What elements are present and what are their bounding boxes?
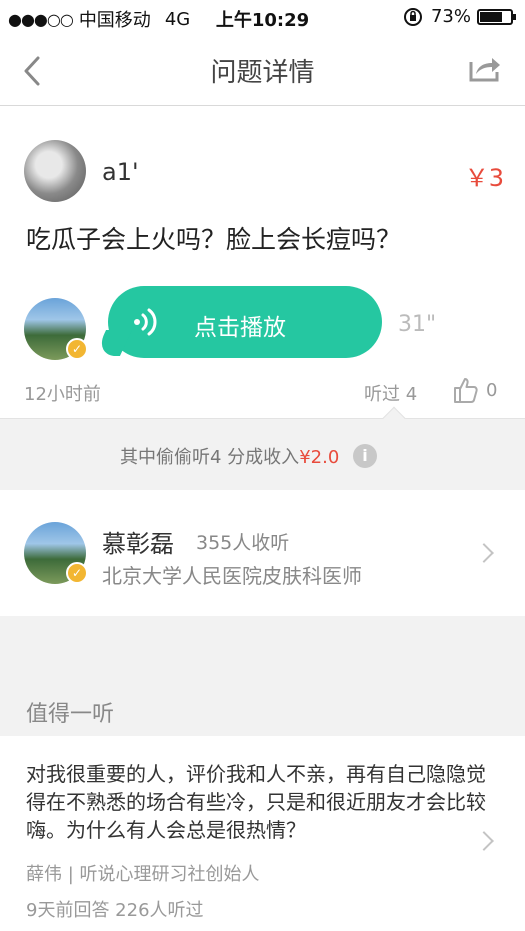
recommended-author: 薛伟 | 听说心理研习社创始人 [26, 864, 260, 885]
play-voice-button[interactable]: 点击播放 [93, 286, 382, 358]
recommended-heading: 值得一听 [26, 702, 115, 727]
bubble-tail [93, 330, 133, 356]
income-info: 其中偷偷听4 分成收入¥2.0 i [0, 406, 525, 490]
section-divider: 值得一听 [0, 616, 525, 736]
list-item[interactable]: 对我很重要的人，评价我和人不亲，再有自己隐隐觉得在不熟悉的场合有些冷，只是和很近… [0, 736, 525, 931]
income-text: 其中偷偷听4 分成收入¥2.0 i [120, 443, 377, 470]
pointer-arrow [382, 406, 406, 430]
nav-bar: 问题详情 [0, 36, 525, 106]
question-text: 吃瓜子会上火吗？脸上会长痘吗？ [26, 225, 402, 254]
chevron-right-icon [474, 543, 494, 563]
play-label: 点击播放 [194, 315, 286, 341]
asker-row: a1' ￥3 [24, 140, 504, 210]
rotation-lock-icon [403, 7, 422, 26]
status-bar: ●●●○○ 中国移动 4G 上午10:29 73% [0, 0, 525, 36]
verified-badge-icon: ✓ [66, 562, 88, 584]
page-title: 问题详情 [210, 58, 315, 88]
doctor-name: 慕彰磊 [102, 530, 174, 558]
like-count: 0 [486, 380, 498, 401]
income-amount: ¥2.0 [299, 447, 340, 468]
recommended-question: 对我很重要的人，评价我和人不亲，再有自己隐隐觉得在不熟悉的场合有些冷，只是和很近… [26, 762, 486, 842]
doctor-listeners: 355人收听 [196, 532, 290, 554]
share-icon[interactable] [467, 54, 501, 84]
thumbs-up-icon[interactable] [452, 376, 478, 404]
voice-duration: 31" [398, 312, 437, 337]
posted-time: 12小时前 [24, 384, 101, 405]
recommended-stats: 9天前回答 226人听过 [26, 900, 204, 921]
battery-percent: 73% [430, 6, 471, 27]
question-price: ￥3 [464, 164, 504, 192]
sound-wave-icon [134, 308, 157, 336]
answer-meta: 12小时前 听过 4 0 [24, 376, 504, 406]
verified-badge-icon: ✓ [66, 338, 88, 360]
income-prefix: 其中偷偷听4 分成收入 [120, 447, 300, 468]
asker-avatar[interactable] [24, 140, 86, 202]
asker-name: a1' [102, 158, 139, 186]
heard-count[interactable]: 听过 4 [364, 380, 417, 406]
doctor-title: 北京大学人民医院皮肤科医师 [102, 564, 362, 588]
info-icon[interactable]: i [353, 444, 377, 468]
battery-icon [477, 8, 516, 25]
doctor-card[interactable]: ✓ 慕彰磊 355人收听 北京大学人民医院皮肤科医师 [0, 490, 525, 616]
voice-answer: ✓ 点击播放 31" [24, 286, 504, 366]
